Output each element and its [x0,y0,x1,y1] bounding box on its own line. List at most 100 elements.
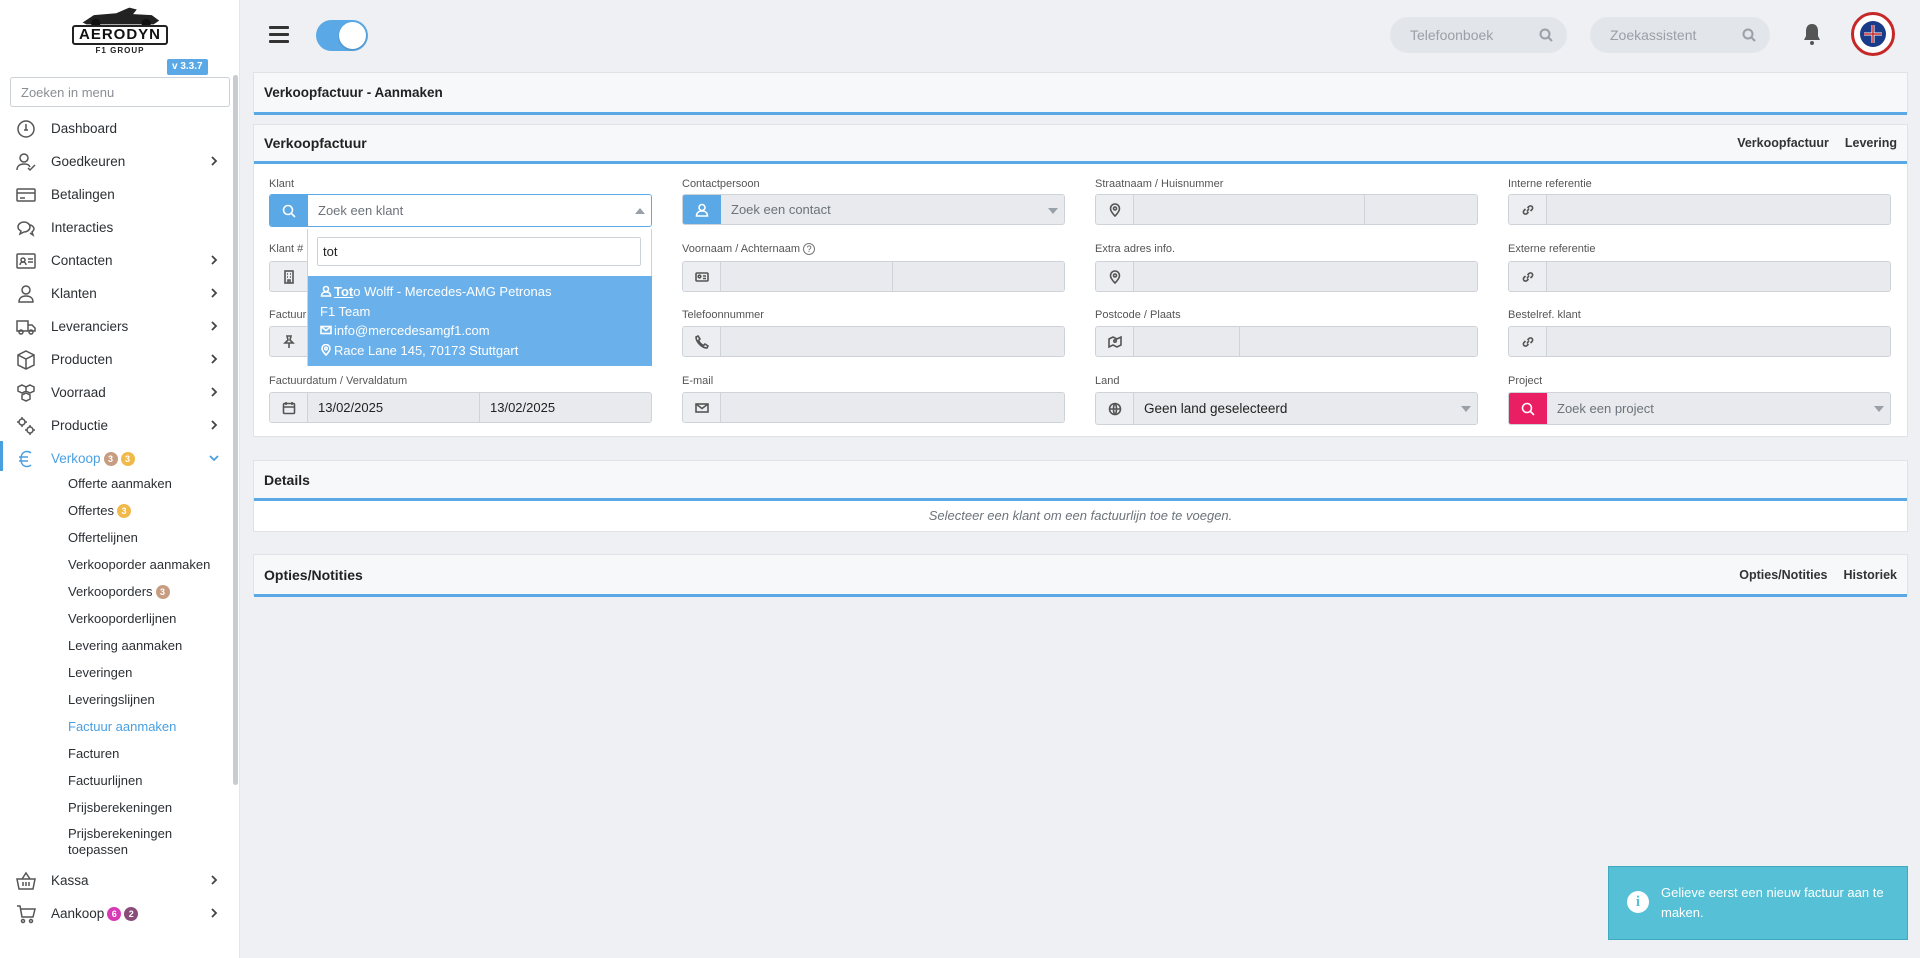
details-empty-message: Selecteer een klant om een factuurlijn t… [254,501,1907,531]
klant-dropdown: tot Toto Wolff - Mercedes-AMG Petronas F… [307,229,652,366]
plaats-input[interactable] [1239,327,1477,356]
result-address: Race Lane 145, 70173 Stuttgart [334,342,519,358]
link-icon [1509,195,1547,224]
straat-input[interactable] [1134,195,1365,224]
land-select[interactable]: Geen land geselecteerd [1095,392,1478,425]
naam-field[interactable] [682,261,1065,292]
factuurdatum-input[interactable]: 13/02/2025 [308,393,479,422]
brand-name: AERODYN [72,25,168,45]
user-check-icon [15,151,37,173]
telefoon-field[interactable] [682,326,1065,357]
factuurdatum-field[interactable]: 13/02/2025 13/02/2025 [269,392,652,423]
submenu-verkooporder-aanmaken[interactable]: Verkooporder aanmaken [0,551,232,578]
sidebar-item-klanten[interactable]: Klanten [0,277,232,310]
assistant-search[interactable]: Zoekassistent [1590,17,1770,53]
chat-icon [15,217,37,239]
page-header-panel: Verkoopfactuur - Aanmaken [253,72,1908,115]
klant-select[interactable]: Zoek een klant [269,194,652,227]
voornaam-input[interactable] [721,262,892,291]
submenu-offertelijnen[interactable]: Offertelijnen [0,524,232,551]
submenu-prijsberekeningen[interactable]: Prijsberekeningen [0,794,232,821]
theme-toggle[interactable] [316,20,368,51]
phonebook-search[interactable]: Telefoonboek [1390,17,1567,53]
tab-opties-notities[interactable]: Opties/Notities [1739,568,1827,582]
tab-levering[interactable]: Levering [1845,136,1897,150]
sidebar-item-betalingen[interactable]: Betalingen [0,178,232,211]
submenu-factuur-aanmaken[interactable]: Factuur aanmaken [0,713,232,740]
help-icon[interactable]: ? [803,243,816,255]
location-icon [1096,262,1134,291]
submenu-levering-aanmaken[interactable]: Levering aanmaken [0,632,232,659]
sidebar-item-voorraad[interactable]: Voorraad [0,376,232,409]
chevron-right-icon [208,419,220,431]
achternaam-input[interactable] [892,262,1064,291]
sidebar-item-label: Producten [51,352,113,367]
hamburger-menu-icon[interactable] [269,26,289,44]
sidebar-item-label: Voorraad [51,385,106,400]
klant-dropdown-search[interactable]: tot [317,237,641,266]
sidebar-item-goedkeuren[interactable]: Goedkeuren [0,145,232,178]
topbar: Telefoonboek Zoekassistent [241,0,1920,70]
sidebar-item-producten[interactable]: Producten [0,343,232,376]
active-indicator [0,441,3,471]
extra-adres-field[interactable] [1095,261,1478,292]
chevron-right-icon [208,254,220,266]
label-telefoon: Telefoonnummer [682,309,764,321]
assistant-placeholder: Zoekassistent [1610,27,1697,43]
link-icon [1509,327,1547,356]
phonebook-placeholder: Telefoonboek [1410,27,1494,43]
chevron-right-icon [208,287,220,299]
sidebar-item-contacten[interactable]: Contacten [0,244,232,277]
info-toast[interactable]: i Gelieve eerst een nieuw factuur aan te… [1608,866,1908,940]
avatar[interactable] [1851,12,1895,56]
user-icon [320,285,332,297]
verkoop-badge-1: 3 [103,451,118,466]
label-klant: Klant [269,178,295,190]
submenu-offerte-aanmaken[interactable]: Offerte aanmaken [0,470,232,497]
sidebar-item-productie[interactable]: Productie [0,409,232,442]
submenu-facturen[interactable]: Facturen [0,740,232,767]
submenu-verkooporderlijnen[interactable]: Verkooporderlijnen [0,605,232,632]
submenu-prijsberekeningen-toepassen[interactable]: Prijsberekeningen toepassen [0,821,232,862]
location-icon [321,343,331,356]
sidebar-item-leveranciers[interactable]: Leveranciers [0,310,232,343]
globe-icon [1096,393,1134,424]
sidebar-item-interacties[interactable]: Interacties [0,211,232,244]
contact-select[interactable]: Zoek een contact [682,194,1065,225]
verkoop-badge-2: 3 [120,451,135,466]
vervaldatum-input[interactable]: 13/02/2025 [479,393,651,422]
toggle-knob [339,22,366,49]
huisnummer-input[interactable] [1364,195,1477,224]
sidebar-nav-bottom: Kassa Aankoop 6 2 [0,864,232,930]
phone-icon [683,327,721,356]
submenu-leveringen[interactable]: Leveringen [0,659,232,686]
envelope-icon [320,325,332,335]
id-card-icon [683,262,721,291]
submenu-leveringslijnen[interactable]: Leveringslijnen [0,686,232,713]
bell-icon[interactable] [1801,22,1823,46]
menu-search-input[interactable] [10,77,230,107]
sidebar-item-dashboard[interactable]: Dashboard [0,112,232,145]
bestelref-field[interactable] [1508,326,1891,357]
interne-ref-field[interactable] [1508,194,1891,225]
project-select[interactable]: Zoek een project [1508,392,1891,425]
submenu-verkooporders[interactable]: Verkooporders 3 [0,578,232,605]
sidebar-item-kassa[interactable]: Kassa [0,864,232,897]
submenu-factuurlijnen[interactable]: Factuurlijnen [0,767,232,794]
submenu-offertes[interactable]: Offertes 3 [0,497,232,524]
sidebar-item-label: Klanten [51,286,97,301]
contact-placeholder: Zoek een contact [721,195,1064,224]
form-title: Verkoopfactuur [264,135,367,151]
toast-message: Gelieve eerst een nieuw factuur aan te m… [1661,885,1884,920]
postcode-input[interactable] [1134,327,1239,356]
sidebar-scrollbar-thumb[interactable] [233,75,238,785]
tab-historiek[interactable]: Historiek [1844,568,1898,582]
email-field[interactable] [682,392,1065,423]
straat-field[interactable] [1095,194,1478,225]
externe-ref-field[interactable] [1508,261,1891,292]
tab-verkoopfactuur[interactable]: Verkoopfactuur [1737,136,1829,150]
klant-result-option[interactable]: Toto Wolff - Mercedes-AMG Petronas F1 Te… [308,276,652,366]
postcode-field[interactable] [1095,326,1478,357]
sidebar-item-aankoop[interactable]: Aankoop 6 2 [0,897,232,930]
opties-title: Opties/Notities [264,566,363,583]
